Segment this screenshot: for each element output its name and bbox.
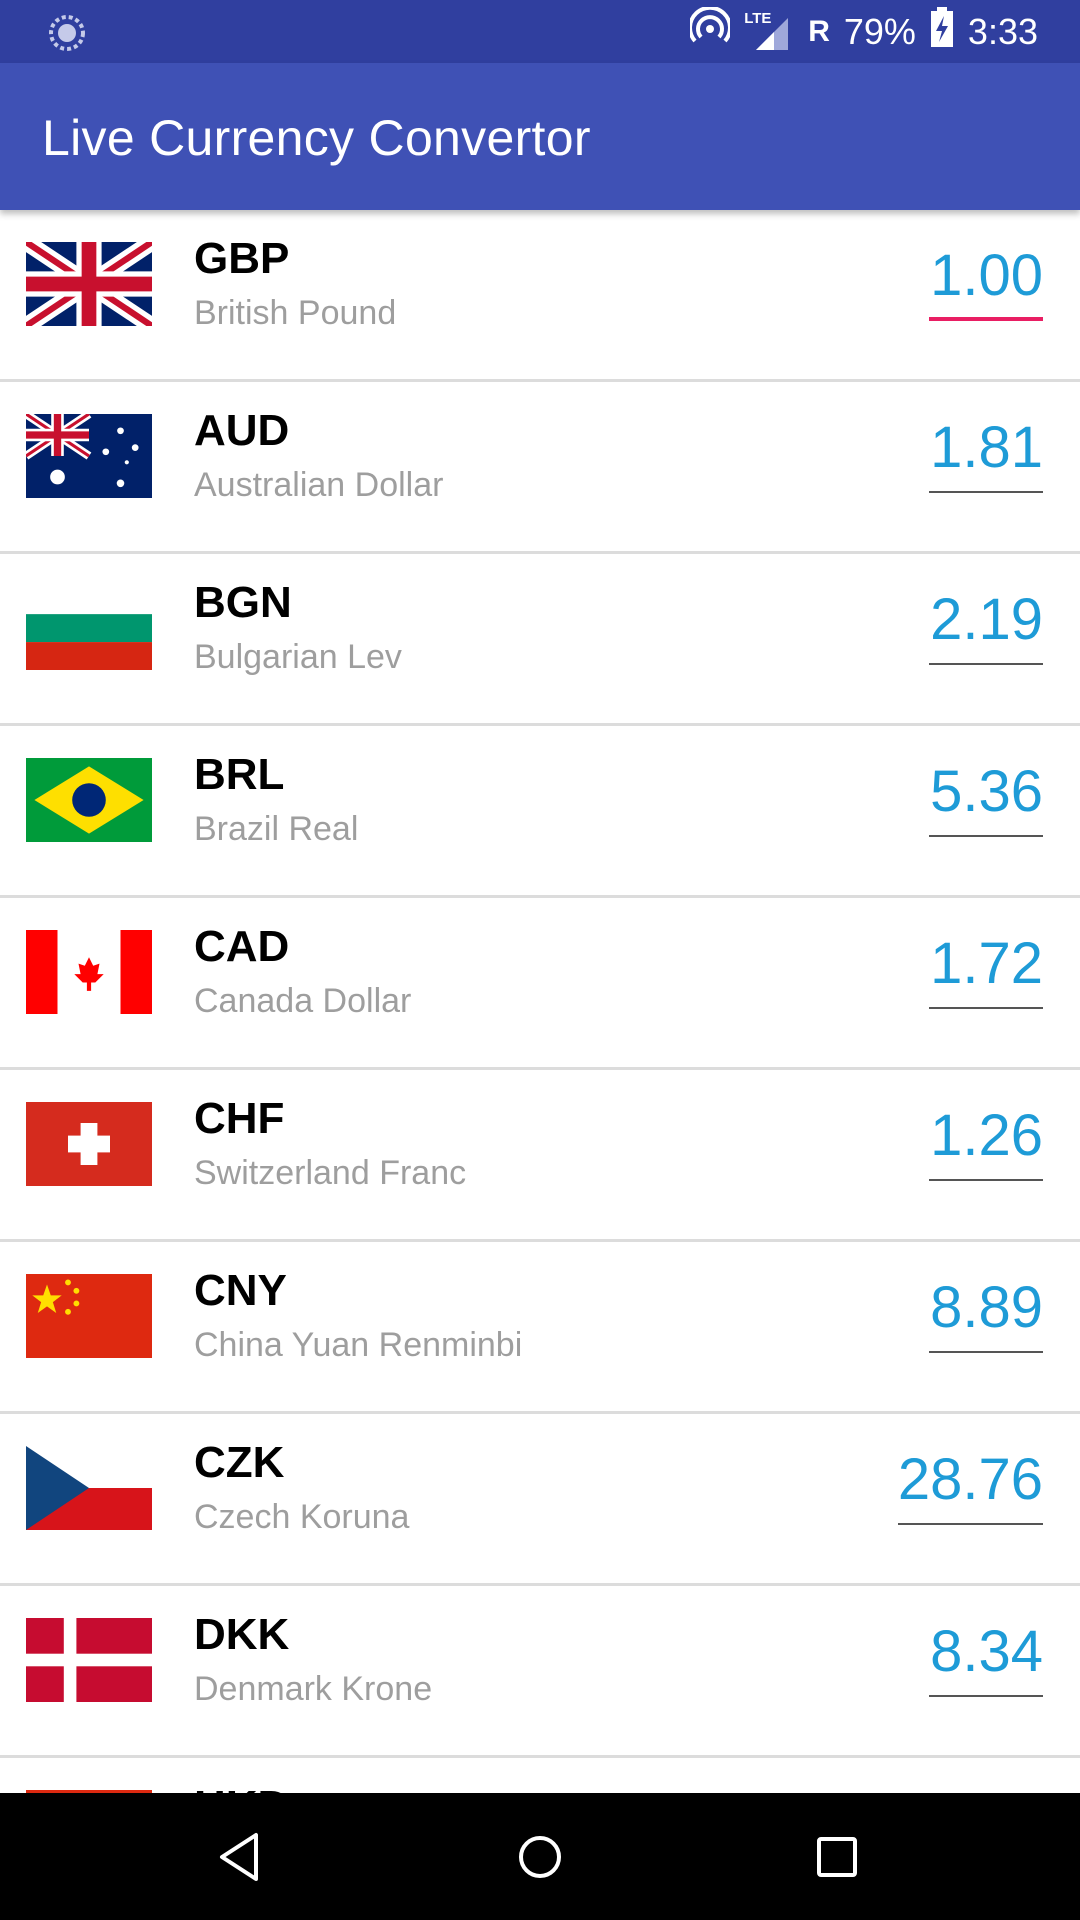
currency-name: British Pound bbox=[194, 294, 397, 332]
currency-name: Czech Koruna bbox=[194, 1498, 410, 1536]
currency-code: CHF bbox=[194, 1094, 285, 1143]
canada-flag-icon bbox=[26, 930, 152, 1014]
currency-name: Canada Dollar bbox=[194, 982, 412, 1020]
currency-code: CZK bbox=[194, 1438, 285, 1487]
currency-code: CNY bbox=[194, 1266, 287, 1315]
czech-flag-icon bbox=[26, 1446, 152, 1530]
amount-input[interactable]: 1.26 bbox=[929, 1102, 1043, 1181]
brazil-flag-icon bbox=[26, 758, 152, 842]
amount-input[interactable]: 28.76 bbox=[897, 1446, 1043, 1525]
amount-input[interactable]: 5.36 bbox=[929, 758, 1043, 837]
currency-row-cny[interactable]: CNY China Yuan Renminbi 8.89 bbox=[0, 1242, 1080, 1414]
status-bar: LTE R 79% 3:33 bbox=[0, 0, 1080, 63]
clock-time: 3:33 bbox=[967, 10, 1038, 52]
currency-list[interactable]: GBP British Pound 1.00 AUD Australian Do… bbox=[0, 210, 1080, 1793]
currency-code: AUD bbox=[194, 406, 290, 455]
currency-code: GBP bbox=[194, 234, 290, 283]
currency-code: HKD bbox=[194, 1782, 289, 1793]
currency-name: Australian Dollar bbox=[194, 466, 444, 504]
amount-input[interactable]: 8.34 bbox=[929, 1618, 1043, 1697]
currency-code: BRL bbox=[194, 750, 285, 799]
status-icons: LTE R 79% 3:33 bbox=[688, 0, 1038, 63]
recents-icon[interactable] bbox=[803, 1823, 871, 1891]
currency-code: DKK bbox=[194, 1610, 290, 1659]
currency-row-cad[interactable]: CAD Canada Dollar 1.72 bbox=[0, 898, 1080, 1070]
currency-code: BGN bbox=[194, 578, 292, 627]
currency-name: China Yuan Renminbi bbox=[194, 1326, 523, 1364]
currency-name: Denmark Krone bbox=[194, 1670, 433, 1708]
bulgaria-flag-icon bbox=[26, 586, 152, 670]
battery-charging-icon bbox=[930, 7, 954, 56]
lte-signal-icon: LTE bbox=[744, 10, 794, 54]
currency-row-aud[interactable]: AUD Australian Dollar 1.81 bbox=[0, 382, 1080, 554]
uk-flag-icon bbox=[26, 242, 152, 326]
sync-icon bbox=[48, 14, 86, 52]
currency-row-hkd[interactable]: HKD bbox=[0, 1758, 1080, 1793]
roaming-label: R bbox=[808, 14, 830, 48]
app-title: Live Currency Convertor bbox=[42, 110, 591, 166]
amount-input[interactable]: 1.72 bbox=[929, 930, 1043, 1009]
currency-row-czk[interactable]: CZK Czech Koruna 28.76 bbox=[0, 1414, 1080, 1586]
amount-input[interactable]: 1.00 bbox=[929, 242, 1043, 321]
currency-name: Switzerland Franc bbox=[194, 1154, 467, 1192]
currency-row-gbp[interactable]: GBP British Pound 1.00 bbox=[0, 210, 1080, 382]
china-flag-icon bbox=[26, 1274, 152, 1358]
back-icon[interactable] bbox=[208, 1823, 276, 1891]
currency-row-bgn[interactable]: BGN Bulgarian Lev 2.19 bbox=[0, 554, 1080, 726]
australia-flag-icon bbox=[26, 414, 152, 498]
denmark-flag-icon bbox=[26, 1618, 152, 1702]
currency-code: CAD bbox=[194, 922, 290, 971]
amount-input[interactable]: 2.19 bbox=[929, 586, 1043, 665]
navigation-bar bbox=[0, 1793, 1080, 1920]
currency-name: Brazil Real bbox=[194, 810, 359, 848]
switzerland-flag-icon bbox=[26, 1102, 152, 1186]
amount-input[interactable]: 1.81 bbox=[929, 414, 1043, 493]
hotspot-icon bbox=[688, 5, 733, 56]
home-icon[interactable] bbox=[506, 1823, 574, 1891]
currency-row-chf[interactable]: CHF Switzerland Franc 1.26 bbox=[0, 1070, 1080, 1242]
currency-row-dkk[interactable]: DKK Denmark Krone 8.34 bbox=[0, 1586, 1080, 1758]
app-bar: Live Currency Convertor bbox=[0, 63, 1080, 210]
currency-row-brl[interactable]: BRL Brazil Real 5.36 bbox=[0, 726, 1080, 898]
currency-name: Bulgarian Lev bbox=[194, 638, 402, 676]
amount-input[interactable]: 8.89 bbox=[929, 1274, 1043, 1353]
battery-percent: 79% bbox=[843, 10, 916, 52]
